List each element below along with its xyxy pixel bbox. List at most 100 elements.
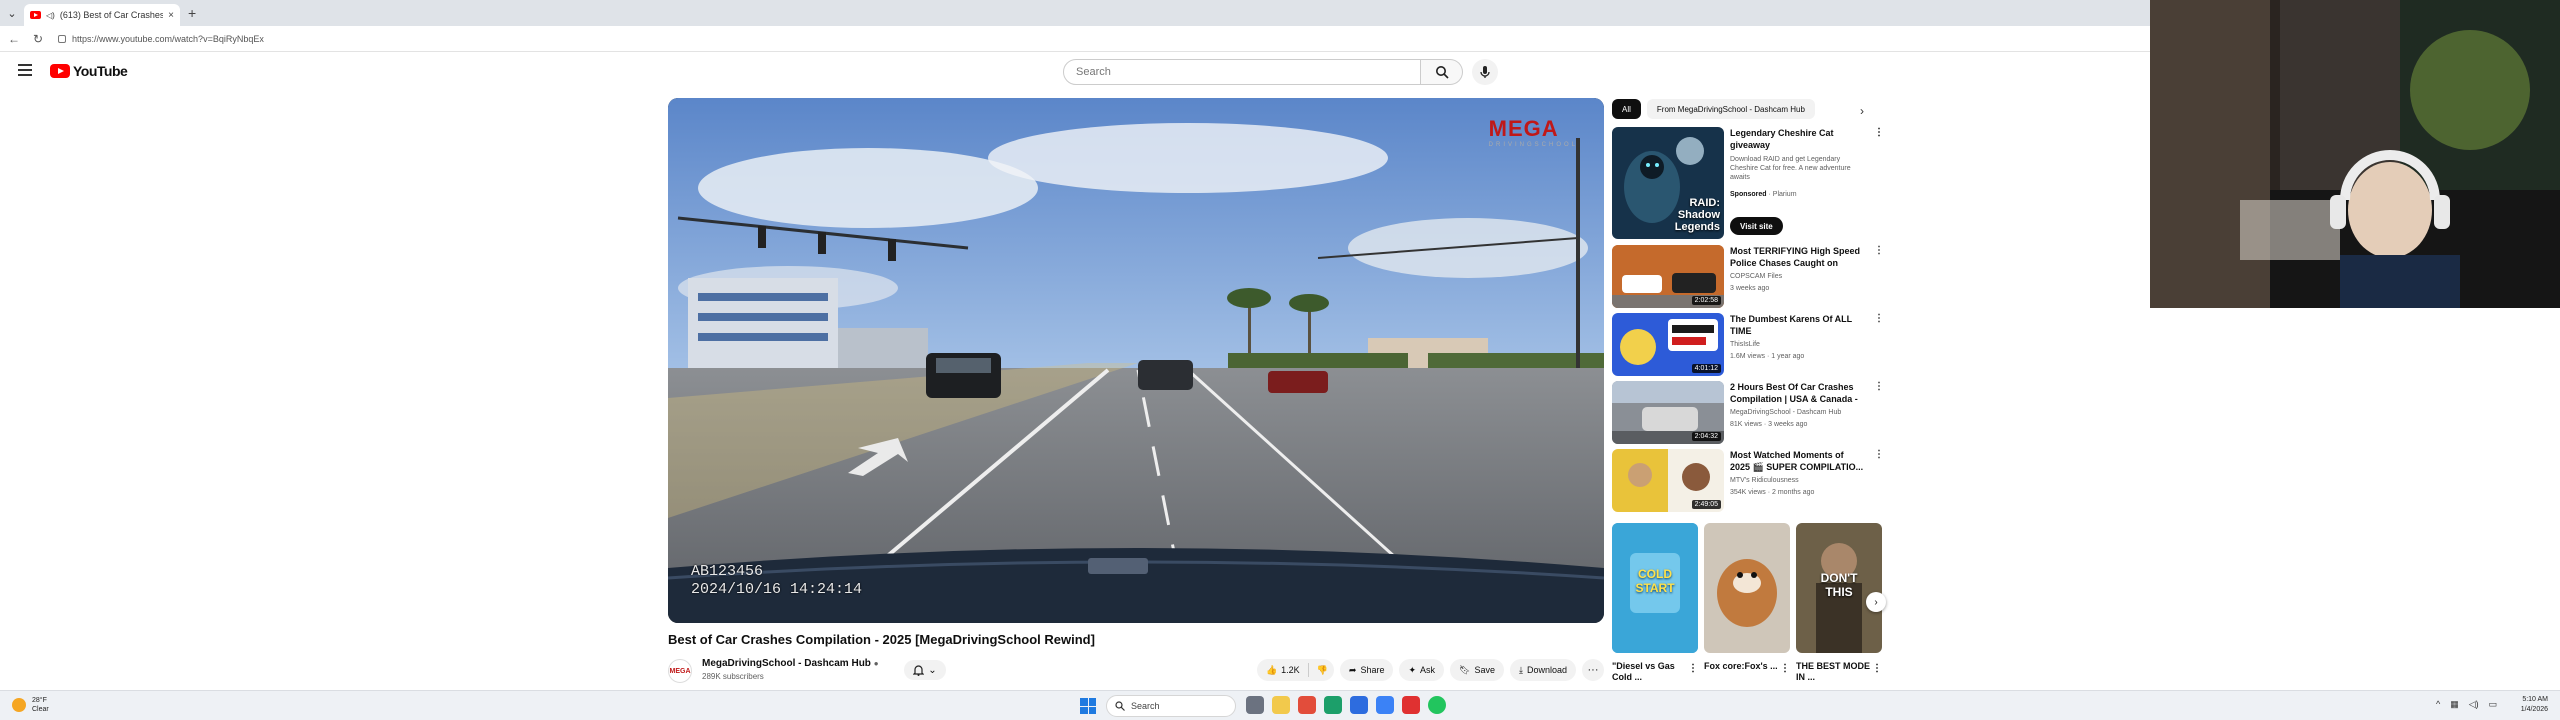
recommendation-item[interactable]: 4:01:12 The Dumbest Karens Of ALL TIME T… [1612, 313, 1884, 377]
weather-widget[interactable]: 28°F Clear [12, 696, 49, 714]
short-card[interactable] [1704, 523, 1790, 653]
channel-name[interactable]: MegaDrivingSchool - Dashcam Hub ● [702, 658, 879, 669]
browser-tab[interactable]: ◁) (613) Best of Car Crashes Co × [24, 4, 180, 26]
recommendation-item[interactable]: 2:49:05 Most Watched Moments of 2025 🎬 S… [1612, 449, 1884, 513]
site-info-icon[interactable] [58, 34, 66, 43]
chrome-icon[interactable] [1402, 696, 1420, 714]
watermark-subtext: DRIVINGSCHOOL [1488, 142, 1578, 148]
short-menu-icon[interactable]: ⋮ [1780, 663, 1790, 674]
tray-overflow-icon[interactable]: ^ [2436, 699, 2440, 710]
rec-title[interactable]: Most Watched Moments of 2025 🎬 SUPER COM… [1730, 449, 1864, 473]
ad-sponsor-line: Sponsored · Plarium [1730, 191, 1797, 198]
youtube-logo[interactable]: YouTube [50, 63, 128, 79]
channel-watermark: MEGA DRIVINGSCHOOL [1489, 116, 1578, 148]
weather-condition: Clear [32, 706, 49, 713]
volume-icon[interactable]: ◁) [2469, 699, 2479, 710]
rec-menu-icon[interactable]: ⋮ [1874, 449, 1884, 460]
ad-title[interactable]: Legendary Cheshire Cat giveaway [1730, 127, 1864, 151]
save-button[interactable]: 🔖︎ Save [1450, 659, 1504, 681]
download-button[interactable]: ⤓ Download [1509, 659, 1576, 681]
battery-icon[interactable]: ▭ [2489, 699, 2498, 710]
chip-all[interactable]: All [1612, 99, 1641, 119]
ad-thumbnail[interactable]: RAID: Shadow Legends [1612, 127, 1724, 239]
search-icon [1435, 66, 1449, 79]
short-card[interactable]: DON'T THIS [1796, 523, 1882, 653]
video-frame [668, 98, 1604, 623]
task-view-icon[interactable] [1246, 696, 1264, 714]
browser-tab-bar: ⌄ ◁) (613) Best of Car Crashes Co × + [0, 0, 2150, 26]
speaker-icon[interactable]: ◁) [46, 11, 55, 20]
rec-menu-icon[interactable]: ⋮ [1874, 313, 1884, 324]
back-icon[interactable]: ← [6, 32, 22, 46]
recommendation-item[interactable]: 2:04:32 2 Hours Best Of Car Crashes Comp… [1612, 381, 1884, 445]
network-icon[interactable]: ▦ [2450, 699, 2459, 710]
rec-channel[interactable]: ThisIsLife [1730, 341, 1760, 348]
pinned-apps [1246, 696, 1446, 714]
visit-site-button[interactable]: Visit site [1730, 217, 1783, 235]
rec-title[interactable]: 2 Hours Best Of Car Crashes Compilation … [1730, 381, 1864, 405]
voice-search-button[interactable] [1472, 59, 1498, 85]
rec-duration: 2:02:58 [1691, 296, 1721, 305]
rec-menu-icon[interactable]: ⋮ [1874, 245, 1884, 256]
taskbar-search[interactable]: Search [1106, 695, 1236, 717]
webcam-overlay [2150, 0, 2560, 308]
rec-duration: 2:49:05 [1691, 500, 1721, 509]
video-player[interactable]: MEGA DRIVINGSCHOOL AB123456 2024/10/16 1… [668, 98, 1604, 623]
rec-thumbnail[interactable]: 2:49:05 [1612, 449, 1724, 512]
rec-duration: 4:01:12 [1691, 364, 1721, 373]
short-menu-icon[interactable]: ⋮ [1872, 663, 1882, 674]
rec-thumbnail[interactable]: 4:01:12 [1612, 313, 1724, 376]
channel-name-text[interactable]: MegaDrivingSchool - Dashcam Hub [702, 658, 871, 669]
search-input[interactable]: Search [1063, 59, 1421, 85]
more-actions-button[interactable]: ··· [1582, 659, 1604, 681]
rec-channel[interactable]: MegaDrivingSchool - Dashcam Hub [1730, 409, 1841, 416]
taskbar-clock[interactable]: 5:10 AM 1/4/2026 [2521, 695, 2548, 715]
rec-title[interactable]: The Dumbest Karens Of ALL TIME [1730, 313, 1864, 337]
clock-date: 1/4/2026 [2520, 706, 2548, 713]
short-menu-icon[interactable]: ⋮ [1688, 663, 1698, 674]
ask-button[interactable]: ✦ Ask [1399, 659, 1445, 681]
divider [1307, 663, 1309, 677]
rec-thumbnail[interactable]: 2:04:32 [1612, 381, 1724, 444]
bookmark-icon: 🔖︎ [1459, 664, 1471, 675]
office-icon[interactable] [1298, 696, 1316, 714]
short-title[interactable]: Fox core:Fox's ... [1704, 661, 1778, 672]
tab-list-icon[interactable]: ⌄ [0, 7, 24, 20]
rec-menu-icon[interactable]: ⋮ [1874, 381, 1884, 392]
sponsored-ad[interactable]: RAID: Shadow Legends Legendary Cheshire … [1612, 127, 1884, 239]
share-button[interactable]: ➦ Share [1339, 659, 1394, 681]
watermark-text: MEGA [1488, 116, 1559, 141]
edge-icon[interactable] [1324, 696, 1342, 714]
reload-icon[interactable]: ↻ [30, 32, 46, 46]
recommendation-item[interactable]: 2:02:58 Most TERRIFYING High Speed Polic… [1612, 245, 1884, 309]
microphone-icon [1480, 66, 1490, 78]
notification-bell-button[interactable]: ⌄ [904, 660, 946, 680]
rec-thumbnail[interactable]: 2:02:58 [1612, 245, 1724, 308]
url-text: https://www.youtube.com/watch?v=BqiRyNbq… [72, 33, 264, 44]
webcam-feed [2150, 0, 2560, 308]
short-card[interactable]: COLD START [1612, 523, 1698, 653]
rec-channel[interactable]: MTV's Ridiculousness [1730, 477, 1799, 484]
rec-channel[interactable]: COPSCAM Files [1730, 273, 1782, 280]
ad-menu-icon[interactable]: ⋮ [1874, 127, 1884, 138]
short-title[interactable]: "Diesel vs Gas Cold ... [1612, 661, 1686, 683]
new-tab-button[interactable]: + [188, 5, 196, 21]
tab-close-icon[interactable]: × [168, 10, 174, 21]
shorts-next-icon[interactable]: › [1866, 592, 1886, 612]
address-bar[interactable]: https://www.youtube.com/watch?v=BqiRyNbq… [58, 34, 264, 44]
file-explorer-icon[interactable] [1272, 696, 1290, 714]
short-title[interactable]: THE BEST MODE IN ... [1796, 661, 1870, 683]
dislike-button[interactable]: 👎 [1317, 665, 1328, 676]
chip-from-channel[interactable]: From MegaDrivingSchool - Dashcam Hub [1646, 99, 1815, 119]
spotify-icon[interactable] [1428, 696, 1446, 714]
windows-start-icon[interactable] [1080, 698, 1096, 714]
chevron-down-icon: ⌄ [928, 664, 937, 676]
rec-title[interactable]: Most TERRIFYING High Speed Police Chases… [1730, 245, 1864, 269]
like-button[interactable]: 👍 1.2K [1266, 665, 1300, 676]
menu-icon[interactable] [18, 64, 32, 76]
channel-avatar[interactable]: MEGA [668, 659, 692, 683]
search-button[interactable] [1421, 59, 1463, 85]
messenger-icon[interactable] [1376, 696, 1394, 714]
chips-next-icon[interactable]: › [1860, 104, 1864, 118]
store-icon[interactable] [1350, 696, 1368, 714]
